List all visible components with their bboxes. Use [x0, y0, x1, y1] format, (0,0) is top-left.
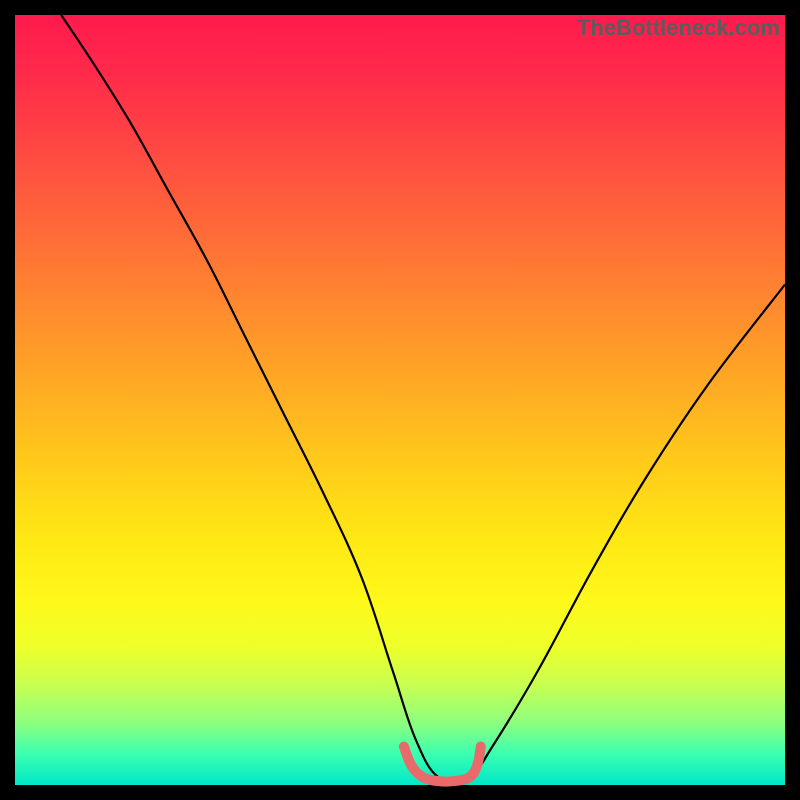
chart-svg [15, 15, 785, 785]
chart-frame: TheBottleneck.com [0, 0, 800, 800]
bottleneck-curve [61, 15, 785, 782]
optimal-highlight [404, 747, 481, 782]
watermark-text: TheBottleneck.com [577, 15, 780, 41]
plot-area [15, 15, 785, 785]
